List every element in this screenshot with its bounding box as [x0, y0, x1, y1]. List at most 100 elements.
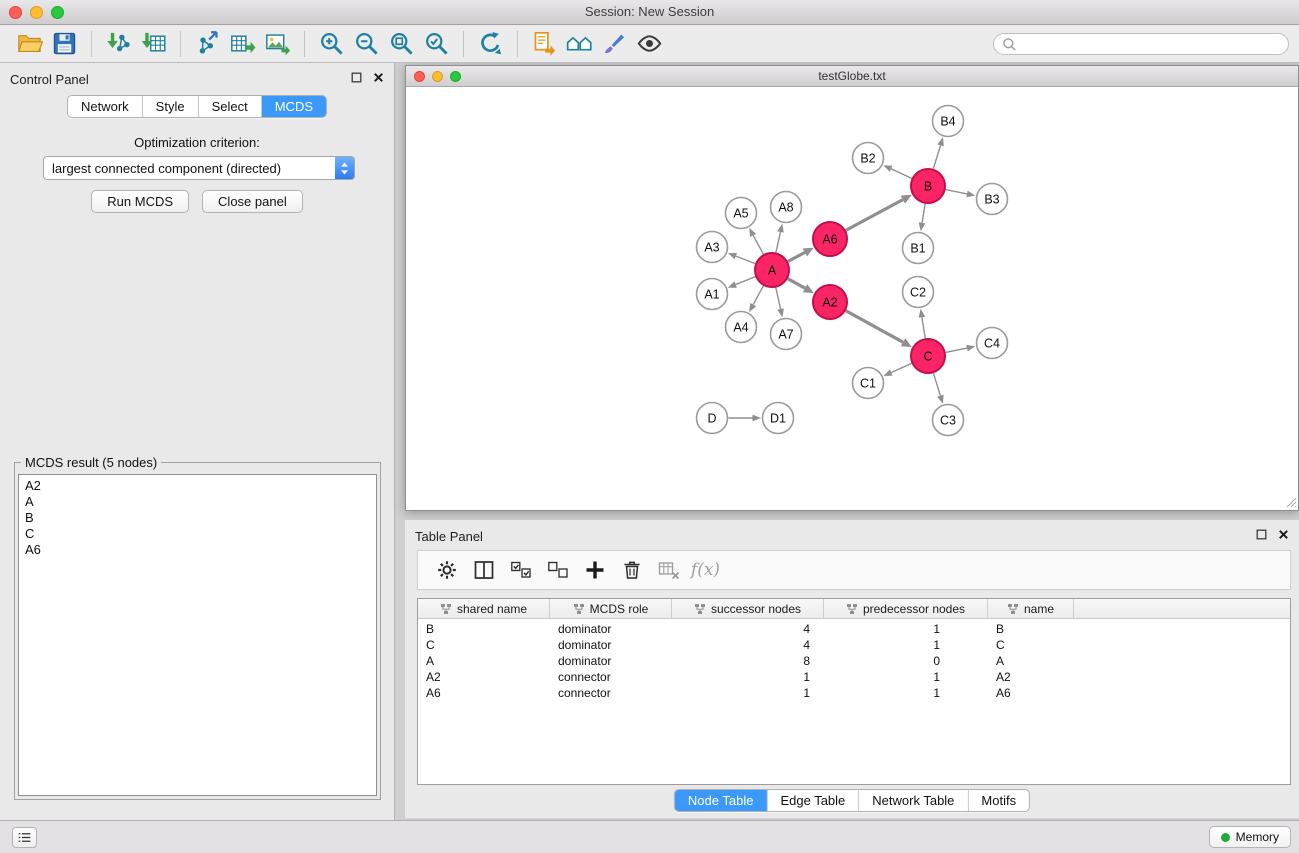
zoom-fit-icon[interactable] [384, 28, 419, 60]
table-row[interactable]: Bdominator41B [418, 621, 1290, 637]
edge-A-A7[interactable] [776, 288, 781, 310]
edge-A2-C[interactable] [846, 311, 903, 343]
edge-A-A6[interactable] [788, 252, 805, 261]
table-row[interactable]: A2connector11A2 [418, 669, 1290, 685]
node-B4[interactable]: B4 [933, 106, 964, 137]
network-zoom-button[interactable] [450, 71, 461, 82]
table-row[interactable]: Adominator80A [418, 653, 1290, 669]
tab-motifs[interactable]: Motifs [967, 790, 1029, 811]
node-B[interactable]: B [911, 169, 945, 203]
column-header-successor-nodes[interactable]: successor nodes [672, 599, 824, 618]
search-input[interactable] [1021, 37, 1280, 52]
node-B1[interactable]: B1 [903, 233, 934, 264]
edge-B-B1[interactable] [922, 204, 925, 223]
home-icon[interactable] [562, 28, 597, 60]
zoom-out-icon[interactable] [349, 28, 384, 60]
edge-A-A3[interactable] [736, 256, 755, 264]
tab-select[interactable]: Select [198, 96, 261, 117]
column-header-predecessor-nodes[interactable]: predecessor nodes [824, 599, 988, 618]
add-column-icon[interactable] [576, 553, 613, 587]
first-neighbors-icon[interactable] [527, 28, 562, 60]
network-close-button[interactable] [414, 71, 425, 82]
table-row[interactable]: Cdominator41C [418, 637, 1290, 653]
open-session-icon[interactable] [12, 28, 47, 60]
edge-C-C1[interactable] [891, 363, 911, 372]
settings-icon[interactable] [428, 553, 465, 587]
edge-B-B2[interactable] [891, 169, 912, 179]
export-network-icon[interactable] [190, 28, 225, 60]
node-A4[interactable]: A4 [726, 312, 757, 343]
edge-C-C4[interactable] [946, 348, 967, 352]
import-network-icon[interactable] [101, 28, 136, 60]
delete-table-icon[interactable] [650, 553, 687, 587]
edge-B-B4[interactable] [933, 145, 940, 168]
tab-edge-table[interactable]: Edge Table [766, 790, 858, 811]
close-panel-button[interactable]: Close panel [202, 190, 303, 213]
tab-network-table[interactable]: Network Table [858, 790, 967, 811]
node-A2[interactable]: A2 [813, 285, 847, 319]
minimize-window-button[interactable] [30, 6, 43, 19]
close-window-button[interactable] [9, 6, 22, 19]
function-builder-icon[interactable]: f(x) [687, 553, 724, 587]
edge-C-C3[interactable] [933, 373, 940, 396]
run-mcds-button[interactable]: Run MCDS [91, 190, 189, 213]
column-header-shared-name[interactable]: shared name [418, 599, 550, 618]
edge-C-C2[interactable] [922, 317, 925, 338]
criterion-dropdown[interactable]: largest connected component (directed) [43, 156, 355, 180]
node-A1[interactable]: A1 [697, 279, 728, 310]
node-A7[interactable]: A7 [771, 319, 802, 350]
close-panel-icon[interactable] [373, 72, 384, 83]
tab-style[interactable]: Style [142, 96, 198, 117]
column-header-name[interactable]: name [988, 599, 1074, 618]
table-row[interactable]: A6connector11A6 [418, 685, 1290, 701]
float-table-panel-icon[interactable] [1256, 529, 1267, 540]
node-A5[interactable]: A5 [726, 198, 757, 229]
edge-A-A5[interactable] [753, 235, 763, 254]
node-C1[interactable]: C1 [853, 368, 884, 399]
network-window-titlebar[interactable]: testGlobe.txt [406, 66, 1298, 87]
node-B2[interactable]: B2 [853, 143, 884, 174]
unselect-all-icon[interactable] [539, 553, 576, 587]
node-A[interactable]: A [755, 253, 789, 287]
network-graph[interactable]: B4B2BB3A5A8A6B1A3AA1C2A2A4A7C4CC1C3DD1 [406, 87, 1298, 509]
column-header-MCDS-role[interactable]: MCDS role [550, 599, 672, 618]
node-C[interactable]: C [911, 339, 945, 373]
tab-node-table[interactable]: Node Table [675, 790, 767, 811]
save-session-icon[interactable] [47, 28, 82, 60]
export-image-icon[interactable] [260, 28, 295, 60]
node-C2[interactable]: C2 [903, 277, 934, 308]
network-canvas[interactable]: B4B2BB3A5A8A6B1A3AA1C2A2A4A7C4CC1C3DD1 [406, 87, 1298, 509]
export-table-icon[interactable] [225, 28, 260, 60]
node-C4[interactable]: C4 [977, 328, 1008, 359]
style-icon[interactable] [597, 28, 632, 60]
delete-column-icon[interactable] [613, 553, 650, 587]
zoom-window-button[interactable] [51, 6, 64, 19]
edge-A-A8[interactable] [776, 232, 781, 253]
show-hide-details-icon[interactable] [632, 28, 667, 60]
network-minimize-button[interactable] [432, 71, 443, 82]
node-A8[interactable]: A8 [771, 192, 802, 223]
node-A6[interactable]: A6 [813, 222, 847, 256]
memory-button[interactable]: Memory [1209, 826, 1291, 848]
zoom-in-icon[interactable] [314, 28, 349, 60]
search-field[interactable] [993, 33, 1289, 55]
select-all-icon[interactable] [502, 553, 539, 587]
task-history-button[interactable] [12, 827, 37, 848]
mcds-result-list[interactable]: A2ABCA6 [18, 474, 377, 796]
edge-A-A4[interactable] [753, 286, 763, 305]
apply-layout-icon[interactable] [473, 28, 508, 60]
edge-A-A2[interactable] [788, 279, 805, 289]
close-table-panel-icon[interactable] [1278, 529, 1289, 540]
tab-network[interactable]: Network [68, 96, 142, 117]
column-visibility-icon[interactable] [465, 553, 502, 587]
edge-A6-B[interactable] [846, 200, 903, 231]
node-D[interactable]: D [697, 403, 728, 434]
resize-grip-icon[interactable] [1285, 496, 1297, 508]
tab-mcds[interactable]: MCDS [261, 96, 326, 117]
node-C3[interactable]: C3 [933, 405, 964, 436]
import-table-icon[interactable] [136, 28, 171, 60]
edge-B-B3[interactable] [946, 190, 967, 194]
float-panel-icon[interactable] [351, 72, 362, 83]
zoom-selected-icon[interactable] [419, 28, 454, 60]
node-D1[interactable]: D1 [763, 403, 794, 434]
